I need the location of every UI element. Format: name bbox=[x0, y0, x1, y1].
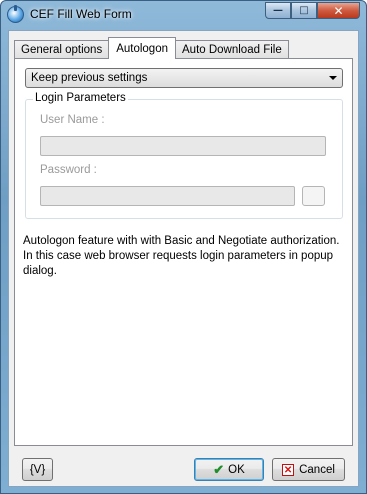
password-options-button[interactable] bbox=[302, 186, 325, 206]
caption-buttons: — □ ✕ bbox=[265, 2, 360, 20]
login-parameters-title: Login Parameters bbox=[33, 92, 128, 104]
title-bar[interactable]: CEF Fill Web Form — □ ✕ bbox=[1, 1, 366, 27]
username-field[interactable] bbox=[40, 136, 326, 156]
cancel-label: Cancel bbox=[299, 463, 335, 476]
ok-button[interactable]: ✔ OK bbox=[194, 458, 264, 481]
checkmark-icon: ✔ bbox=[213, 461, 225, 477]
dialog-client-area: General options Autologon Auto Download … bbox=[8, 30, 359, 487]
maximize-button[interactable]: □ bbox=[291, 2, 317, 19]
window-title: CEF Fill Web Form bbox=[30, 7, 132, 21]
cancel-button[interactable]: ✕ Cancel bbox=[272, 458, 345, 481]
tab-strip: General options Autologon Auto Download … bbox=[14, 37, 289, 59]
close-button[interactable]: ✕ bbox=[317, 2, 360, 19]
password-label: Password : bbox=[40, 164, 97, 176]
login-parameters-group: Login Parameters User Name : Password : bbox=[25, 92, 343, 219]
variables-label: {V} bbox=[29, 463, 46, 476]
tab-auto-download-file[interactable]: Auto Download File bbox=[175, 40, 289, 59]
cef-fill-web-form-icon bbox=[7, 5, 24, 23]
minimize-button[interactable]: — bbox=[265, 2, 291, 19]
autologon-description: Autologon feature with with Basic and Ne… bbox=[23, 235, 340, 277]
tab-general-options[interactable]: General options bbox=[14, 40, 110, 59]
autologon-mode-value: Keep previous settings bbox=[31, 72, 148, 84]
autologon-panel: Keep previous settings Login Parameters … bbox=[14, 58, 353, 446]
ok-label: OK bbox=[228, 463, 245, 476]
password-field[interactable] bbox=[40, 186, 295, 206]
red-x-icon: ✕ bbox=[282, 463, 295, 476]
chevron-down-icon bbox=[329, 76, 337, 80]
username-label: User Name : bbox=[40, 114, 105, 126]
dialog-window: CEF Fill Web Form — □ ✕ General options … bbox=[0, 0, 367, 494]
variables-button[interactable]: {V} bbox=[22, 458, 53, 481]
autologon-mode-select[interactable]: Keep previous settings bbox=[25, 68, 343, 88]
tab-autologon[interactable]: Autologon bbox=[108, 37, 176, 59]
